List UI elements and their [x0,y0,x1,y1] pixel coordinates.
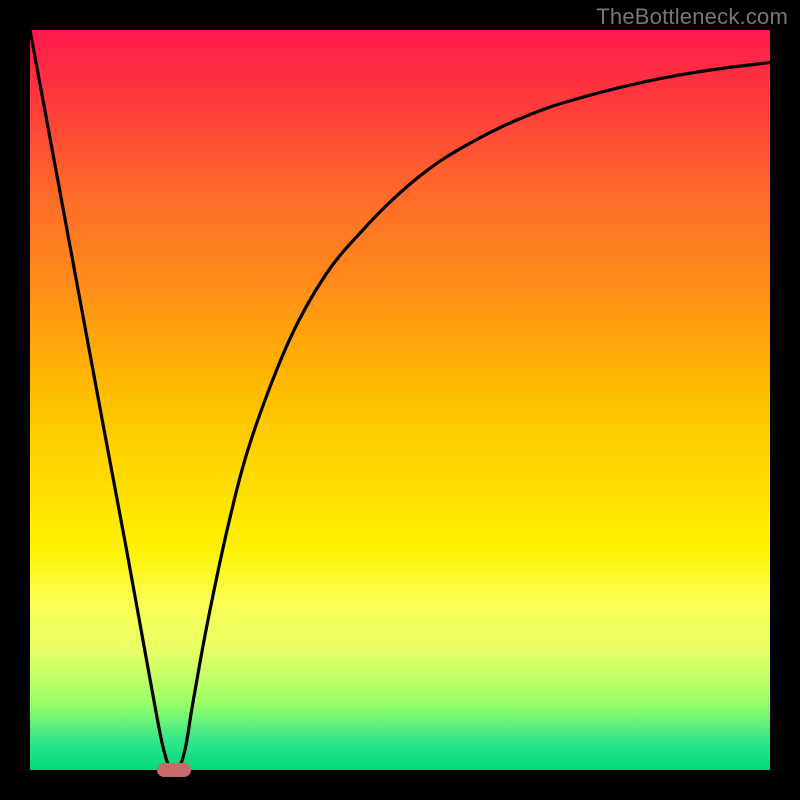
optimal-point-marker [157,763,191,777]
bottleneck-curve [30,30,770,770]
watermark-text: TheBottleneck.com [596,4,788,30]
plot-area [30,30,770,770]
chart-frame: TheBottleneck.com [0,0,800,800]
